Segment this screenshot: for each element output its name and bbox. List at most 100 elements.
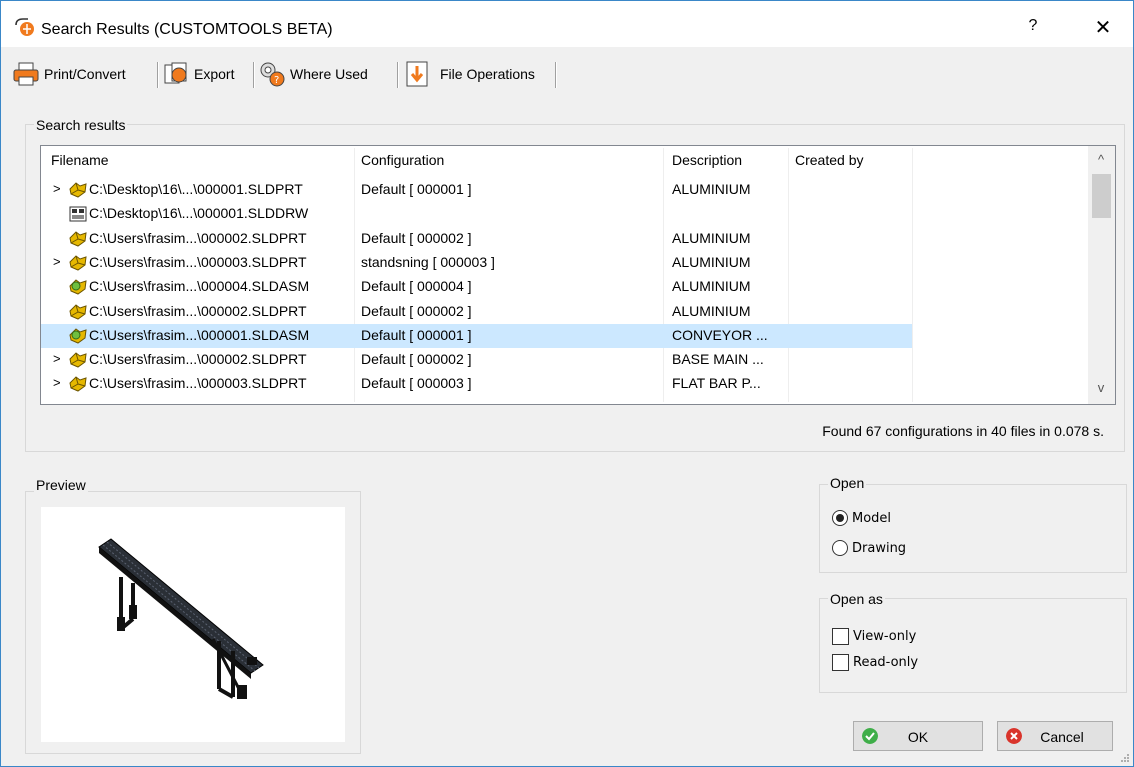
cell-filename: C:\Users\frasim...\000002.SLDPRT	[89, 229, 307, 246]
file-operations-button[interactable]: File Operations	[402, 58, 535, 90]
radio-circle-icon	[832, 540, 848, 556]
expand-chevron-icon[interactable]: >	[53, 254, 63, 269]
toolbar: Print/Convert Export ? Where Used File O…	[1, 54, 1133, 94]
cell-filename: C:\Users\frasim...\000004.SLDASM	[89, 278, 310, 295]
open-drawing-label: Drawing	[852, 540, 907, 556]
cell-configuration: Default [ 000003 ]	[361, 375, 472, 392]
conveyor-preview-icon	[98, 538, 264, 699]
open-model-label: Model	[852, 510, 892, 526]
table-row[interactable]: > C:\Users\frasim...\000003.SLDPRT standsn…	[41, 251, 1086, 275]
open-model-radio[interactable]: Model	[832, 510, 891, 526]
toolbar-separator	[555, 62, 557, 88]
search-results-list[interactable]: Filename Configuration Description Creat…	[40, 145, 1116, 405]
part-icon	[68, 350, 88, 370]
checkbox-box-icon	[832, 654, 849, 671]
preview-group-label: Preview	[34, 477, 88, 493]
vertical-scrollbar[interactable]: ^ v	[1088, 146, 1115, 404]
ok-label: OK	[907, 729, 929, 745]
window-title: Search Results (CUSTOMTOOLS BETA)	[41, 21, 333, 38]
open-drawing-radio[interactable]: Drawing	[832, 540, 906, 556]
print-convert-button[interactable]: Print/Convert	[11, 58, 126, 90]
search-status-text: Found 67 configurations in 40 files in 0…	[822, 423, 1104, 439]
search-results-window: Search Results (CUSTOMTOOLS BETA) ? ✕ Pr…	[0, 0, 1134, 767]
scroll-up-arrow-icon[interactable]: ^	[1094, 152, 1108, 167]
cell-configuration: Default [ 000002 ]	[361, 302, 472, 319]
cell-description: CONVEYOR ...	[672, 326, 768, 343]
cell-configuration: standsning [ 000003 ]	[361, 253, 495, 270]
assembly-icon	[68, 326, 88, 346]
cell-filename: C:\Desktop\16\...\000001.SLDPRT	[89, 181, 303, 197]
view-only-checkbox[interactable]: View-only	[832, 628, 916, 645]
file-operations-icon	[406, 61, 428, 87]
cell-configuration: Default [ 000001 ]	[361, 181, 472, 197]
open-group-label: Open	[828, 475, 867, 491]
where-used-button[interactable]: ? Where Used	[257, 58, 368, 90]
cell-description: BASE MAIN ...	[672, 351, 764, 368]
table-row[interactable]: > C:\Users\frasim...\000002.SLDPRT Default…	[41, 348, 1086, 372]
model-preview-image	[41, 507, 345, 742]
table-row[interactable]: C:\Desktop\16\...\000001.SLDDRW	[41, 202, 1086, 226]
ok-button[interactable]: OK	[853, 721, 983, 751]
cell-filename: C:\Users\frasim...\000002.SLDPRT	[89, 302, 307, 319]
cell-filename: C:\Users\frasim...\000002.SLDPRT	[89, 351, 307, 368]
radio-selected-dot	[836, 514, 844, 522]
read-only-checkbox[interactable]: Read-only	[832, 654, 918, 671]
read-only-label: Read-only	[853, 655, 919, 670]
where-used-label: Where Used	[290, 66, 368, 82]
view-only-label: View-only	[853, 629, 917, 644]
where-used-icon: ?	[260, 62, 285, 87]
checkbox-box-icon	[832, 628, 849, 645]
cell-description: ALUMINIUM	[672, 253, 751, 270]
expand-chevron-icon[interactable]: >	[53, 375, 63, 390]
column-header-configuration[interactable]: Configuration	[361, 152, 444, 168]
print-convert-label: Print/Convert	[44, 66, 126, 82]
assembly-icon	[68, 277, 88, 297]
title-bar: Search Results (CUSTOMTOOLS BETA) ? ✕	[1, 1, 1133, 47]
cell-configuration: Default [ 000002 ]	[361, 351, 472, 368]
cell-configuration: Default [ 000004 ]	[361, 278, 472, 295]
cell-description: ALUMINIUM	[672, 302, 751, 319]
part-icon	[68, 180, 88, 200]
table-row[interactable]: > C:\Users\frasim...\000003.SLDPRT Default…	[41, 372, 1086, 396]
cell-description: ALUMINIUM	[672, 229, 751, 246]
export-button[interactable]: Export	[161, 58, 234, 90]
table-row[interactable]: C:\Users\frasim...\000001.SLDASM Default …	[41, 323, 1086, 348]
printer-icon	[13, 62, 39, 86]
export-label: Export	[194, 66, 235, 82]
file-operations-label: File Operations	[440, 66, 535, 82]
cell-configuration: Default [ 000001 ]	[361, 326, 472, 343]
export-icon	[164, 62, 187, 84]
cell-description: ALUMINIUM	[672, 181, 751, 197]
radio-circle-icon	[832, 510, 848, 526]
part-icon	[68, 229, 88, 249]
cell-description: FLAT BAR P...	[672, 375, 761, 392]
customtools-logo-icon	[15, 18, 34, 36]
cell-filename: C:\Users\frasim...\000003.SLDPRT	[89, 253, 307, 270]
open-as-group-label: Open as	[828, 591, 885, 607]
part-icon	[68, 253, 88, 273]
table-row[interactable]: C:\Users\frasim...\000004.SLDASM Default …	[41, 275, 1086, 299]
resize-grip-icon[interactable]	[1120, 753, 1130, 763]
expand-chevron-icon[interactable]: >	[53, 351, 63, 366]
close-button[interactable]: ✕	[1091, 15, 1115, 40]
expand-chevron-icon[interactable]: >	[53, 181, 63, 196]
scroll-down-arrow-icon[interactable]: v	[1094, 380, 1108, 395]
column-header-filename[interactable]: Filename	[51, 152, 109, 168]
table-row[interactable]: C:\Users\frasim...\000002.SLDPRT Default …	[41, 227, 1086, 251]
cancel-label: Cancel	[1040, 729, 1084, 745]
table-row[interactable]: C:\Users\frasim...\000002.SLDPRT Default …	[41, 300, 1086, 324]
column-header-description[interactable]: Description	[672, 152, 742, 168]
column-header-created-by[interactable]: Created by	[795, 152, 863, 168]
svg-text:?: ?	[274, 75, 279, 86]
open-group	[819, 484, 1127, 573]
scrollbar-thumb[interactable]	[1092, 174, 1111, 218]
part-icon	[68, 374, 88, 394]
help-button[interactable]: ?	[1023, 17, 1043, 35]
table-row[interactable]: > C:\Desktop\16\...\000001.SLDPRT Default …	[41, 178, 1086, 202]
cell-filename: C:\Desktop\16\...\000001.SLDDRW	[89, 205, 309, 222]
toolbar-separator	[397, 62, 399, 88]
cell-configuration: Default [ 000002 ]	[361, 229, 472, 246]
cell-filename: C:\Users\frasim...\000001.SLDASM	[89, 326, 310, 343]
open-as-group	[819, 598, 1127, 693]
cancel-button[interactable]: Cancel	[997, 721, 1113, 751]
